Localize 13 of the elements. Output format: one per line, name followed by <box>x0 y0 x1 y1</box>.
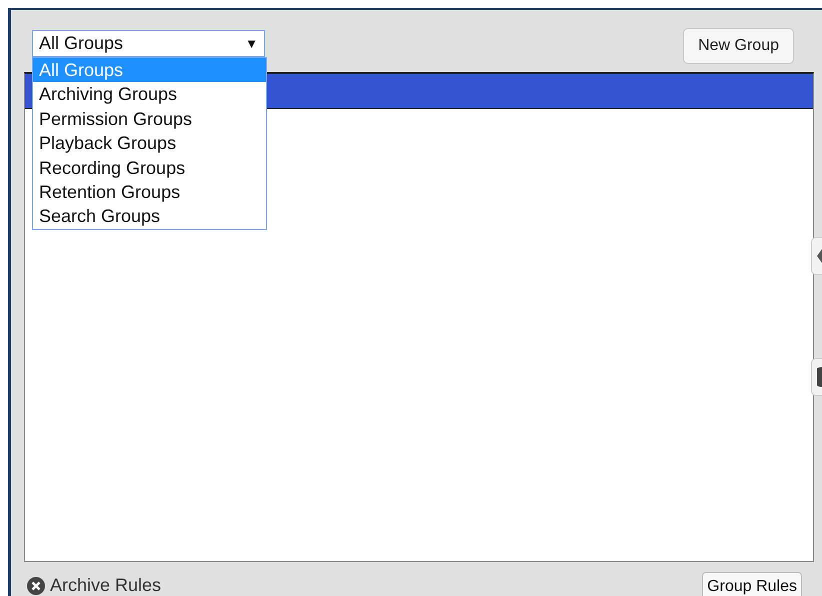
dropdown-option[interactable]: Recording Groups <box>33 156 266 180</box>
new-group-button[interactable]: New Group <box>683 28 794 64</box>
group-rules-button[interactable]: Group Rules <box>702 572 802 596</box>
side-tab[interactable] <box>811 237 822 275</box>
side-tab[interactable] <box>811 358 822 396</box>
dropdown-option[interactable]: Search Groups <box>33 204 266 229</box>
dropdown-option[interactable]: Retention Groups <box>33 180 266 204</box>
arrow-left-icon <box>817 249 822 263</box>
dropdown-option[interactable]: Playback Groups <box>33 131 266 156</box>
dropdown-option[interactable]: Archiving Groups <box>33 82 266 107</box>
close-icon[interactable] <box>27 576 45 594</box>
archive-rules-label: Archive Rules <box>50 575 162 596</box>
dropdown-option[interactable]: Permission Groups <box>33 106 266 132</box>
